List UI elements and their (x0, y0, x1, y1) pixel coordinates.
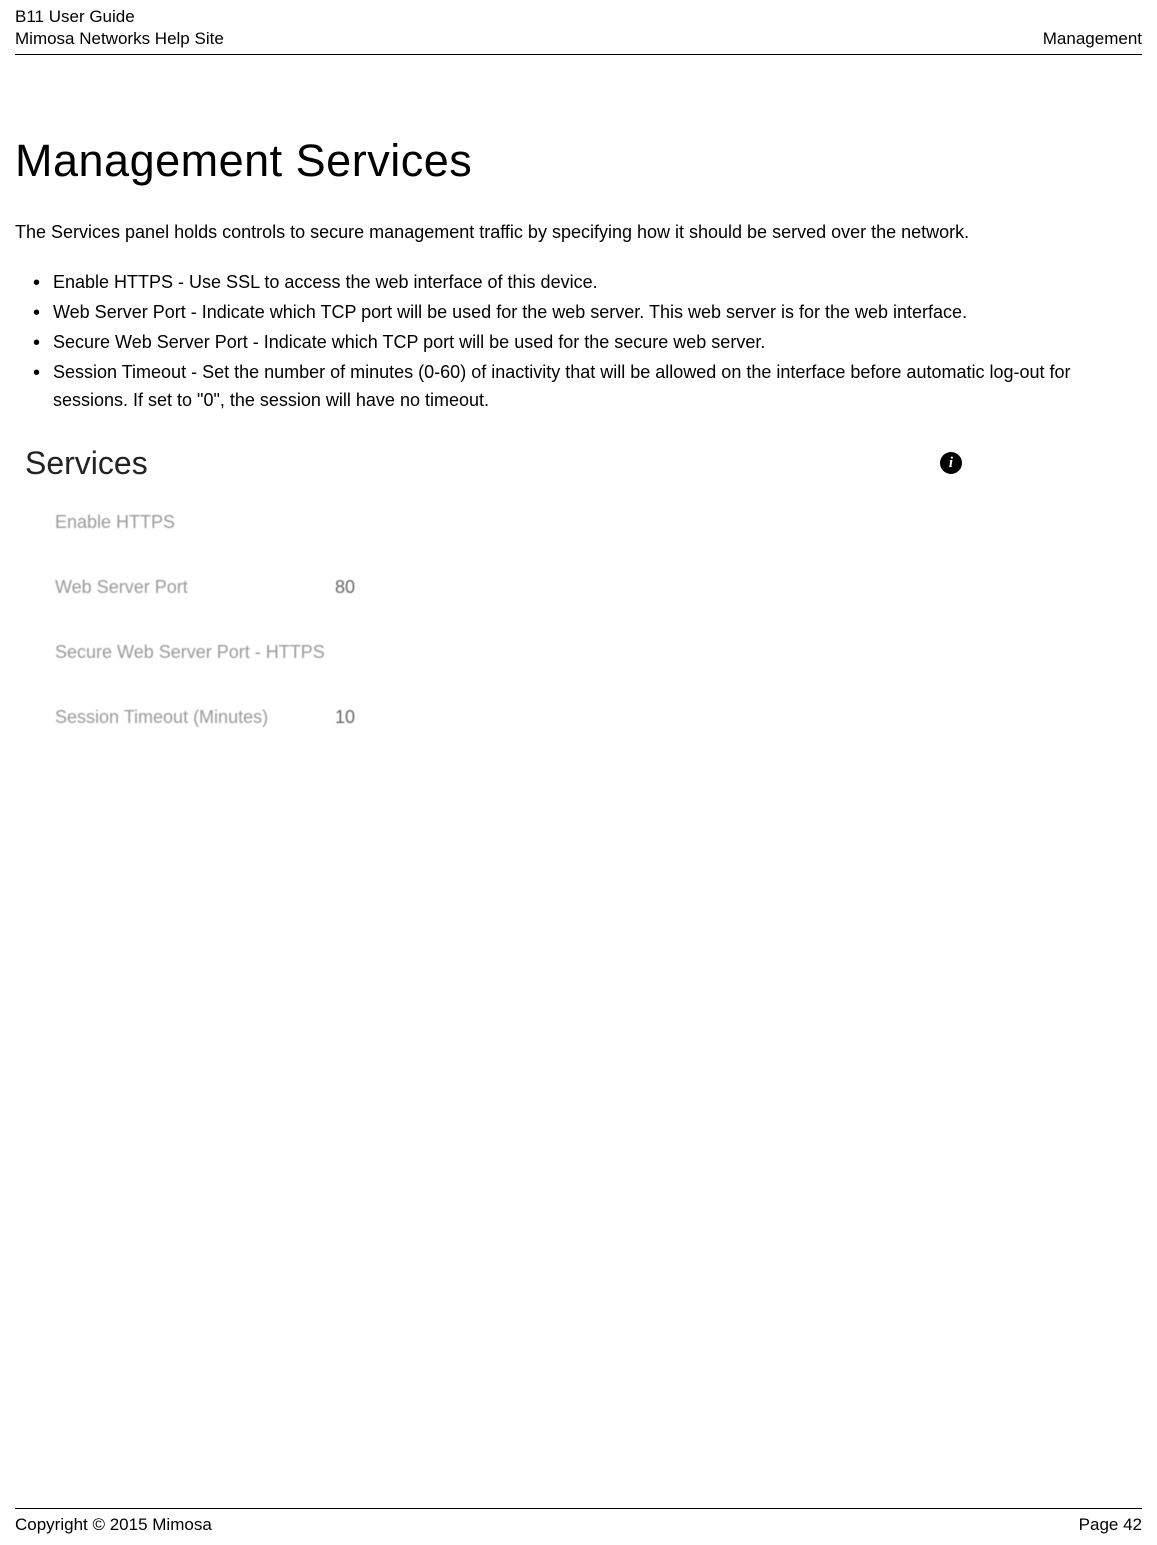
page-title: Management Services (15, 135, 1142, 187)
table-row: Secure Web Server Port - HTTPS (55, 642, 970, 663)
row-label: Enable HTTPS (55, 512, 335, 533)
services-panel: Services i Enable HTTPS Web Server Port … (25, 445, 970, 728)
table-row: Session Timeout (Minutes) 10 (55, 707, 970, 728)
row-value: 80 (335, 577, 355, 598)
info-icon[interactable]: i (940, 452, 962, 474)
table-row: Enable HTTPS (55, 512, 970, 533)
row-label: Session Timeout (Minutes) (55, 707, 335, 728)
row-label: Secure Web Server Port - HTTPS (55, 642, 335, 663)
panel-rows: Enable HTTPS Web Server Port 80 Secure W… (25, 512, 970, 728)
panel-title: Services (25, 445, 148, 482)
page-header: B11 User Guide Mimosa Networks Help Site… (15, 0, 1142, 55)
list-item: Secure Web Server Port - Indicate which … (33, 329, 1142, 357)
copyright: Copyright © 2015 Mimosa (15, 1515, 212, 1535)
table-row: Web Server Port 80 (55, 577, 970, 598)
list-item: Session Timeout - Set the number of minu… (33, 359, 1142, 415)
row-value: 10 (335, 707, 355, 728)
row-label: Web Server Port (55, 577, 335, 598)
site-name: Mimosa Networks Help Site (15, 28, 224, 50)
doc-title: B11 User Guide (15, 6, 224, 28)
header-left: B11 User Guide Mimosa Networks Help Site (15, 6, 224, 50)
page-number: Page 42 (1079, 1515, 1142, 1535)
page-footer: Copyright © 2015 Mimosa Page 42 (15, 1508, 1142, 1535)
list-item: Enable HTTPS - Use SSL to access the web… (33, 269, 1142, 297)
list-item: Web Server Port - Indicate which TCP por… (33, 299, 1142, 327)
panel-header: Services i (25, 445, 970, 512)
intro-paragraph: The Services panel holds controls to sec… (15, 215, 1142, 249)
content-area: Management Services The Services panel h… (15, 55, 1142, 728)
bullet-list: Enable HTTPS - Use SSL to access the web… (15, 269, 1142, 414)
header-section: Management (1043, 28, 1142, 50)
